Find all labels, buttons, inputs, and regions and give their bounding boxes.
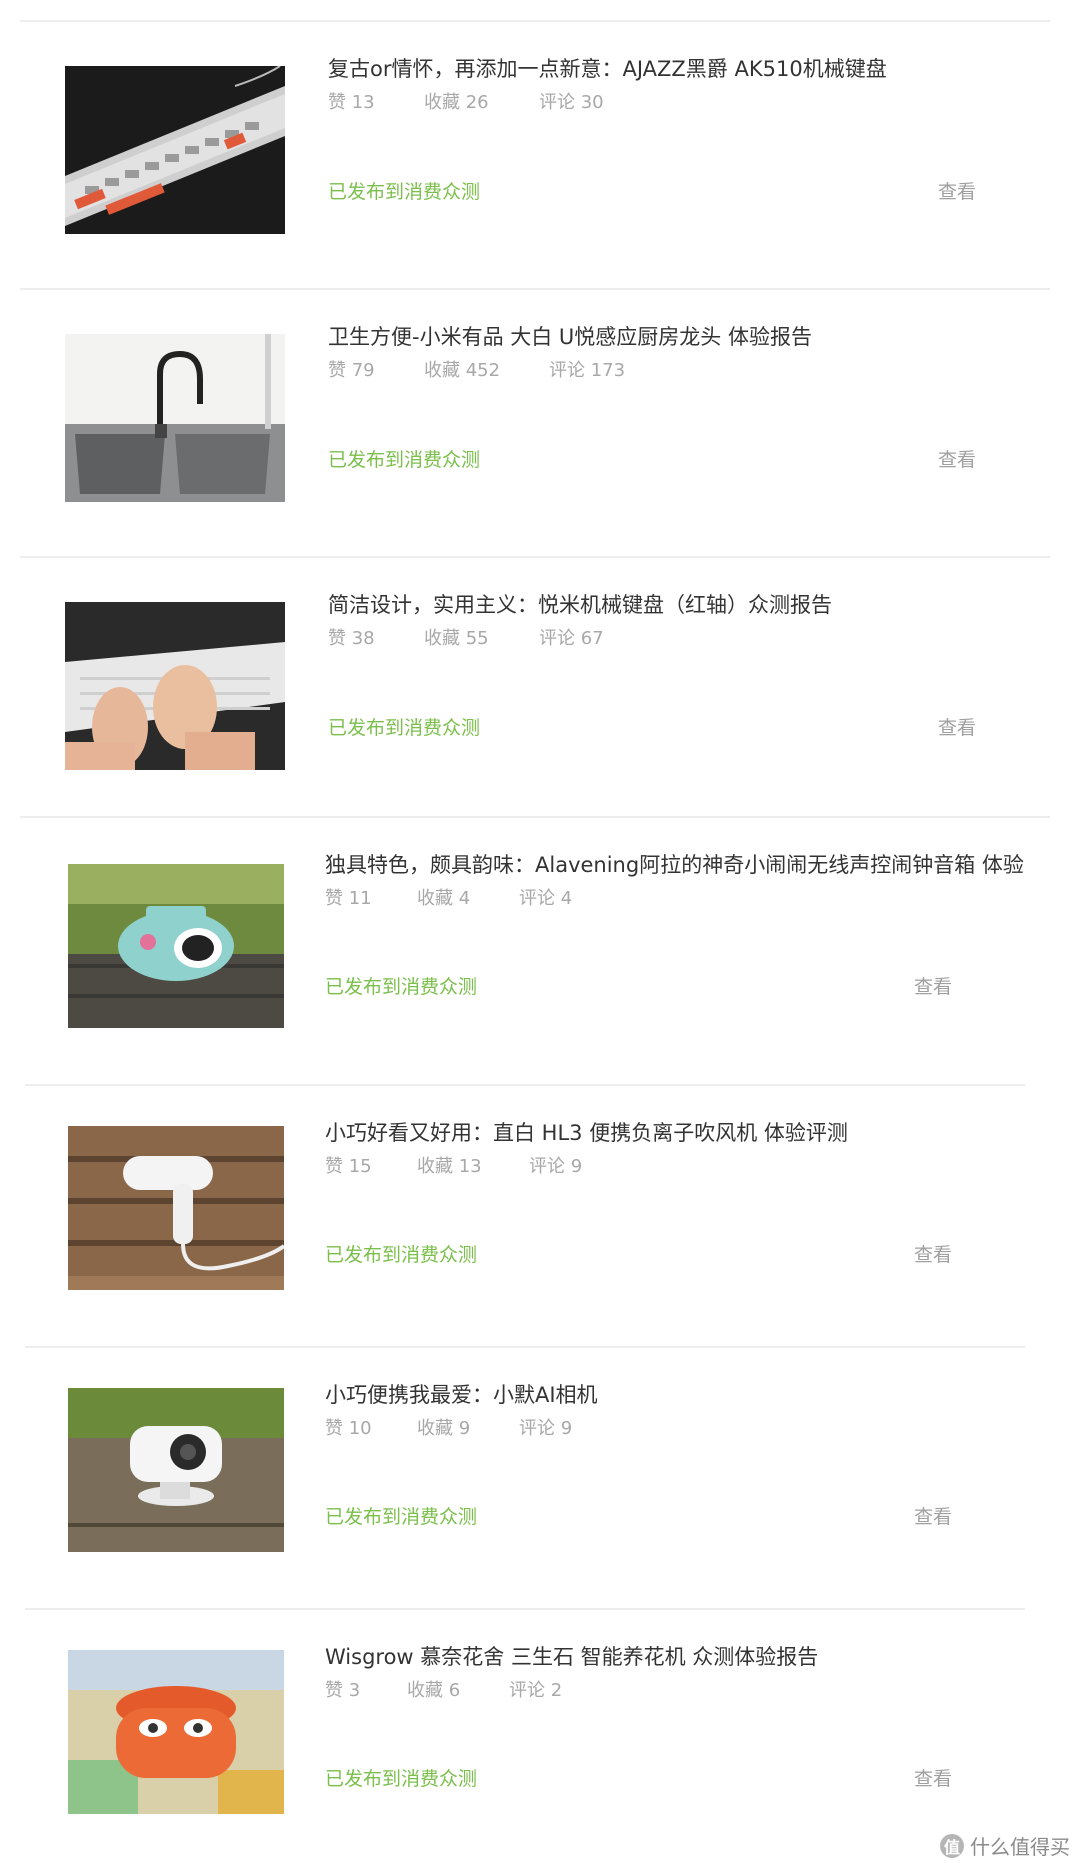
article-stats: 赞 3 收藏 6 评论 2 bbox=[325, 1680, 562, 1702]
site-watermark: 值 什么值得买 bbox=[940, 1831, 1070, 1860]
article-title[interactable]: 独具特色，颇具韵味：Alavening阿拉的神奇小闹闹无线声控闹钟音箱 体验 bbox=[325, 852, 1024, 878]
article-title[interactable]: 复古or情怀，再添加一点新意：AJAZZ黑爵 AK510机械键盘 bbox=[328, 56, 887, 82]
comment-count: 评论 30 bbox=[539, 92, 604, 113]
watermark-text: 什么值得买 bbox=[970, 1835, 1070, 1859]
speaker-photo-icon[interactable] bbox=[68, 864, 284, 1028]
like-count: 赞 79 bbox=[328, 360, 375, 381]
faucet-photo-icon[interactable] bbox=[65, 334, 285, 502]
planter-photo-icon[interactable] bbox=[68, 1650, 284, 1814]
article-stats: 赞 13 收藏 26 评论 30 bbox=[328, 92, 604, 114]
favorite-count: 收藏 452 bbox=[424, 360, 501, 381]
comment-count: 评论 9 bbox=[529, 1156, 583, 1177]
like-count: 赞 3 bbox=[325, 1680, 361, 1701]
publish-status: 已发布到消费众测 bbox=[328, 717, 481, 739]
view-link[interactable]: 查看 bbox=[914, 1243, 952, 1267]
comment-count: 评论 173 bbox=[549, 360, 626, 381]
comment-count: 评论 2 bbox=[509, 1680, 563, 1701]
publish-status: 已发布到消费众测 bbox=[328, 449, 481, 471]
article-card: 独具特色，颇具韵味：Alavening阿拉的神奇小闹闹无线声控闹钟音箱 体验 赞… bbox=[20, 818, 1030, 1062]
article-stats: 赞 15 收藏 13 评论 9 bbox=[325, 1156, 582, 1178]
camera-photo-icon[interactable] bbox=[68, 1388, 284, 1552]
watermark-logo-icon: 值 bbox=[940, 1833, 964, 1858]
favorite-count: 收藏 4 bbox=[417, 888, 471, 909]
favorite-count: 收藏 26 bbox=[424, 92, 489, 113]
comment-count: 评论 4 bbox=[519, 888, 573, 909]
article-stats: 赞 10 收藏 9 评论 9 bbox=[325, 1418, 572, 1440]
favorite-count: 收藏 6 bbox=[407, 1680, 461, 1701]
article-card: 复古or情怀，再添加一点新意：AJAZZ黑爵 AK510机械键盘 赞 13 收藏 … bbox=[20, 22, 1050, 266]
publish-status: 已发布到消费众测 bbox=[325, 1768, 478, 1790]
article-stats: 赞 79 收藏 452 评论 173 bbox=[328, 360, 625, 382]
view-link[interactable]: 查看 bbox=[938, 180, 976, 204]
article-title[interactable]: 小巧便携我最爱：小默AI相机 bbox=[325, 1382, 598, 1408]
like-count: 赞 13 bbox=[328, 92, 375, 113]
view-link[interactable]: 查看 bbox=[938, 716, 976, 740]
article-stats: 赞 11 收藏 4 评论 4 bbox=[325, 888, 572, 910]
view-link[interactable]: 查看 bbox=[938, 448, 976, 472]
article-list: 复古or情怀，再添加一点新意：AJAZZ黑爵 AK510机械键盘 赞 13 收藏 … bbox=[0, 0, 1080, 1864]
article-title[interactable]: 小巧好看又好用：直白 HL3 便携负离子吹风机 体验评测 bbox=[325, 1120, 848, 1146]
like-count: 赞 38 bbox=[328, 628, 375, 649]
view-link[interactable]: 查看 bbox=[914, 1505, 952, 1529]
article-card: 卫生方便-小米有品 大白 U悦感应厨房龙头 体验报告 赞 79 收藏 452 评论 … bbox=[20, 290, 1050, 534]
article-stats: 赞 38 收藏 55 评论 67 bbox=[328, 628, 604, 650]
keyboard-photo-icon[interactable] bbox=[65, 66, 285, 234]
publish-status: 已发布到消费众测 bbox=[325, 976, 478, 998]
like-count: 赞 10 bbox=[325, 1418, 372, 1439]
like-count: 赞 11 bbox=[325, 888, 372, 909]
favorite-count: 收藏 55 bbox=[424, 628, 489, 649]
article-title[interactable]: Wisgrow 慕奈花舍 三生石 智能养花机 众测体验报告 bbox=[325, 1644, 818, 1670]
view-link[interactable]: 查看 bbox=[914, 1767, 952, 1791]
publish-status: 已发布到消费众测 bbox=[325, 1244, 478, 1266]
hairdryer-photo-icon[interactable] bbox=[68, 1126, 284, 1290]
white-keyboard-photo-icon[interactable] bbox=[65, 602, 285, 770]
article-card: 小巧好看又好用：直白 HL3 便携负离子吹风机 体验评测 赞 15 收藏 13 评论… bbox=[20, 1086, 1030, 1330]
comment-count: 评论 9 bbox=[519, 1418, 573, 1439]
publish-status: 已发布到消费众测 bbox=[325, 1506, 478, 1528]
favorite-count: 收藏 13 bbox=[417, 1156, 482, 1177]
article-title[interactable]: 卫生方便-小米有品 大白 U悦感应厨房龙头 体验报告 bbox=[328, 324, 812, 350]
article-card: 简洁设计，实用主义：悦米机械键盘（红轴）众测报告 赞 38 收藏 55 评论 67 … bbox=[20, 558, 1050, 802]
like-count: 赞 15 bbox=[325, 1156, 372, 1177]
favorite-count: 收藏 9 bbox=[417, 1418, 471, 1439]
article-card: 小巧便携我最爱：小默AI相机 赞 10 收藏 9 评论 9 已发布到消费众测 查看 bbox=[20, 1348, 1030, 1592]
publish-status: 已发布到消费众测 bbox=[328, 181, 481, 203]
view-link[interactable]: 查看 bbox=[914, 975, 952, 999]
comment-count: 评论 67 bbox=[539, 628, 604, 649]
article-title[interactable]: 简洁设计，实用主义：悦米机械键盘（红轴）众测报告 bbox=[328, 592, 832, 618]
article-card: Wisgrow 慕奈花舍 三生石 智能养花机 众测体验报告 赞 3 收藏 6 评论 … bbox=[20, 1610, 1030, 1854]
